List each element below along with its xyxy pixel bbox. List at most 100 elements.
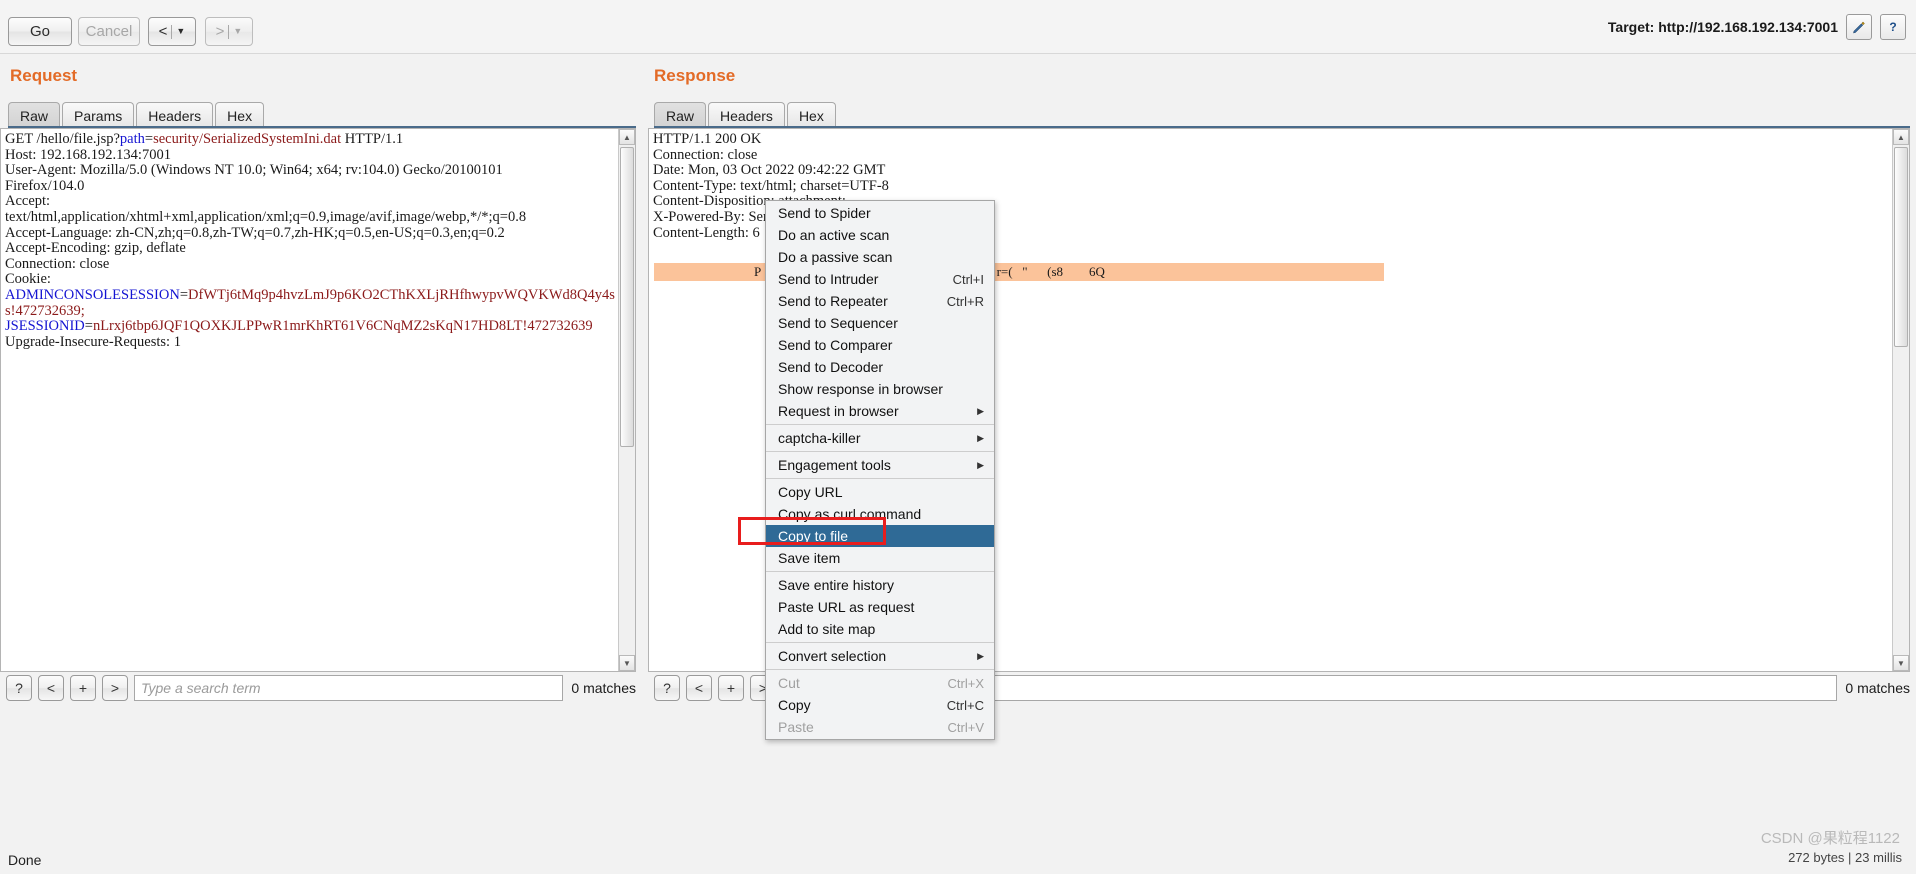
menu-item-show-response-in-browser[interactable]: Show response in browser bbox=[766, 378, 994, 400]
menu-item-label: Do an active scan bbox=[778, 227, 890, 243]
scroll-up-icon[interactable]: ▲ bbox=[619, 129, 635, 145]
chevron-down-icon[interactable]: ▼ bbox=[176, 27, 185, 36]
menu-item-add-to-site-map[interactable]: Add to site map bbox=[766, 618, 994, 640]
menu-item-do-a-passive-scan[interactable]: Do a passive scan bbox=[766, 246, 994, 268]
response-panel-title: Response bbox=[654, 66, 736, 85]
menu-item-label: Save item bbox=[778, 550, 841, 566]
status-bar: Done 272 bytes | 23 millis bbox=[0, 848, 1916, 874]
menu-item-shortcut: Ctrl+I bbox=[952, 271, 984, 287]
find-help-button[interactable]: ? bbox=[654, 675, 680, 701]
menu-item-send-to-comparer[interactable]: Send to Comparer bbox=[766, 334, 994, 356]
menu-item-label: Request in browser bbox=[778, 403, 899, 419]
find-help-button[interactable]: ? bbox=[6, 675, 32, 701]
forward-button[interactable]: > ▼ bbox=[205, 17, 253, 46]
menu-item-shortcut: Ctrl+V bbox=[947, 719, 984, 735]
find-add-button[interactable]: + bbox=[70, 675, 96, 701]
menu-item-shortcut: Ctrl+R bbox=[946, 293, 984, 309]
response-vertical-scrollbar[interactable]: ▲ ▼ bbox=[1892, 129, 1909, 671]
req-http-version: HTTP/1.1 bbox=[341, 131, 404, 147]
help-button[interactable]: ? bbox=[1880, 14, 1906, 40]
tab-response-hex[interactable]: Hex bbox=[786, 102, 836, 128]
request-vertical-scrollbar[interactable]: ▲ ▼ bbox=[618, 129, 635, 671]
menu-item-do-an-active-scan[interactable]: Do an active scan bbox=[766, 224, 994, 246]
edit-target-button[interactable] bbox=[1846, 14, 1872, 40]
menu-item-paste: Paste Ctrl+V bbox=[766, 716, 994, 738]
find-next-button[interactable]: > bbox=[102, 675, 128, 701]
req-cookie2-value: nLrxj6tbp6JQF1QOXKJLPPwR1mrKhRT61V6CNqMZ… bbox=[92, 318, 593, 335]
menu-item-label: Copy as curl command bbox=[778, 506, 922, 522]
tab-request-hex[interactable]: Hex bbox=[215, 102, 265, 128]
menu-item-engagement-tools[interactable]: Engagement tools ▶ bbox=[766, 454, 994, 476]
chevron-right-icon: ▶ bbox=[977, 459, 984, 470]
scrollbar-thumb[interactable] bbox=[1894, 147, 1908, 347]
pane-divider[interactable] bbox=[640, 54, 646, 814]
menu-item-copy[interactable]: Copy Ctrl+C bbox=[766, 694, 994, 716]
menu-item-label: Send to Decoder bbox=[778, 359, 884, 375]
req-tail-block: Upgrade-Insecure-Requests: 1 bbox=[5, 333, 181, 350]
menu-item-label: Copy bbox=[778, 697, 811, 713]
menu-item-copy-to-file[interactable]: Copy to file bbox=[766, 525, 994, 547]
request-editor[interactable]: GET /hello/file.jsp?path=security/Serial… bbox=[0, 128, 636, 672]
back-arrow-icon: < bbox=[158, 23, 168, 40]
scroll-up-icon[interactable]: ▲ bbox=[1893, 129, 1909, 145]
req-cookie1-name: ADMINCONSOLESESSION bbox=[5, 286, 180, 303]
chevron-right-icon: ▶ bbox=[977, 650, 984, 661]
tab-response-raw[interactable]: Raw bbox=[654, 102, 707, 128]
scrollbar-thumb[interactable] bbox=[620, 147, 634, 447]
tab-request-headers[interactable]: Headers bbox=[136, 102, 214, 128]
svg-text:?: ? bbox=[1889, 20, 1896, 34]
menu-item-copy-url[interactable]: Copy URL bbox=[766, 481, 994, 503]
target-area: Target: http://192.168.192.134:7001 ? bbox=[1608, 14, 1906, 40]
menu-item-send-to-spider[interactable]: Send to Spider bbox=[766, 202, 994, 224]
menu-item-label: Cut bbox=[778, 675, 800, 691]
back-button[interactable]: < ▼ bbox=[148, 17, 196, 46]
menu-item-send-to-intruder[interactable]: Send to Intruder Ctrl+I bbox=[766, 268, 994, 290]
menu-item-send-to-sequencer[interactable]: Send to Sequencer bbox=[766, 312, 994, 334]
pencil-icon bbox=[1853, 21, 1865, 34]
menu-item-copy-as-curl-command[interactable]: Copy as curl command bbox=[766, 503, 994, 525]
menu-item-label: Show response in browser bbox=[778, 381, 943, 397]
menu-separator bbox=[766, 642, 994, 643]
scroll-down-icon[interactable]: ▼ bbox=[1893, 655, 1909, 671]
menu-item-shortcut: Ctrl+X bbox=[947, 675, 984, 691]
menu-separator bbox=[766, 478, 994, 479]
menu-item-label: Do a passive scan bbox=[778, 249, 893, 265]
req-cookie2-eq: = bbox=[84, 318, 93, 335]
req-param-eq: = bbox=[144, 131, 154, 147]
menu-item-send-to-repeater[interactable]: Send to Repeater Ctrl+R bbox=[766, 290, 994, 312]
response-match-count: 0 matches bbox=[1845, 680, 1910, 696]
request-raw-text[interactable]: GET /hello/file.jsp?path=security/Serial… bbox=[5, 131, 617, 350]
menu-item-label: Paste bbox=[778, 719, 814, 735]
request-tab-bar: Raw Params Headers Hex bbox=[8, 101, 266, 128]
cancel-button[interactable]: Cancel bbox=[78, 17, 140, 46]
request-search-input[interactable]: Type a search term bbox=[134, 675, 564, 701]
req-cookie2-name: JSESSIONID bbox=[5, 318, 85, 335]
menu-item-captcha-killer[interactable]: captcha-killer ▶ bbox=[766, 427, 994, 449]
request-match-count: 0 matches bbox=[571, 680, 636, 696]
go-button[interactable]: Go bbox=[8, 17, 72, 46]
menu-item-save-entire-history[interactable]: Save entire history bbox=[766, 574, 994, 596]
chevron-right-icon: ▶ bbox=[977, 432, 984, 443]
find-prev-button[interactable]: < bbox=[38, 675, 64, 701]
menu-item-shortcut: Ctrl+C bbox=[946, 697, 984, 713]
find-prev-button[interactable]: < bbox=[686, 675, 712, 701]
menu-item-convert-selection[interactable]: Convert selection ▶ bbox=[766, 645, 994, 667]
menu-item-label: Add to site map bbox=[778, 621, 876, 637]
tab-request-raw[interactable]: Raw bbox=[8, 102, 61, 128]
divider bbox=[228, 24, 230, 39]
tab-request-params[interactable]: Params bbox=[62, 102, 135, 128]
chevron-down-icon[interactable]: ▼ bbox=[233, 27, 242, 36]
menu-item-request-in-browser[interactable]: Request in browser ▶ bbox=[766, 400, 994, 422]
tab-response-headers[interactable]: Headers bbox=[708, 102, 785, 128]
divider bbox=[171, 24, 173, 39]
menu-item-save-item[interactable]: Save item bbox=[766, 547, 994, 569]
menu-item-send-to-decoder[interactable]: Send to Decoder bbox=[766, 356, 994, 378]
context-menu[interactable]: Send to Spider Do an active scan Do a pass… bbox=[765, 200, 995, 740]
response-tab-bar: Raw Headers Hex bbox=[654, 101, 838, 128]
menu-item-label: Send to Intruder bbox=[778, 271, 879, 287]
menu-item-paste-url-as-request[interactable]: Paste URL as request bbox=[766, 596, 994, 618]
find-add-button[interactable]: + bbox=[718, 675, 744, 701]
menu-item-label: Save entire history bbox=[778, 577, 894, 593]
scroll-down-icon[interactable]: ▼ bbox=[619, 655, 635, 671]
req-headers-block: Host: 192.168.192.134:7001 User-Agent: M… bbox=[5, 146, 527, 288]
